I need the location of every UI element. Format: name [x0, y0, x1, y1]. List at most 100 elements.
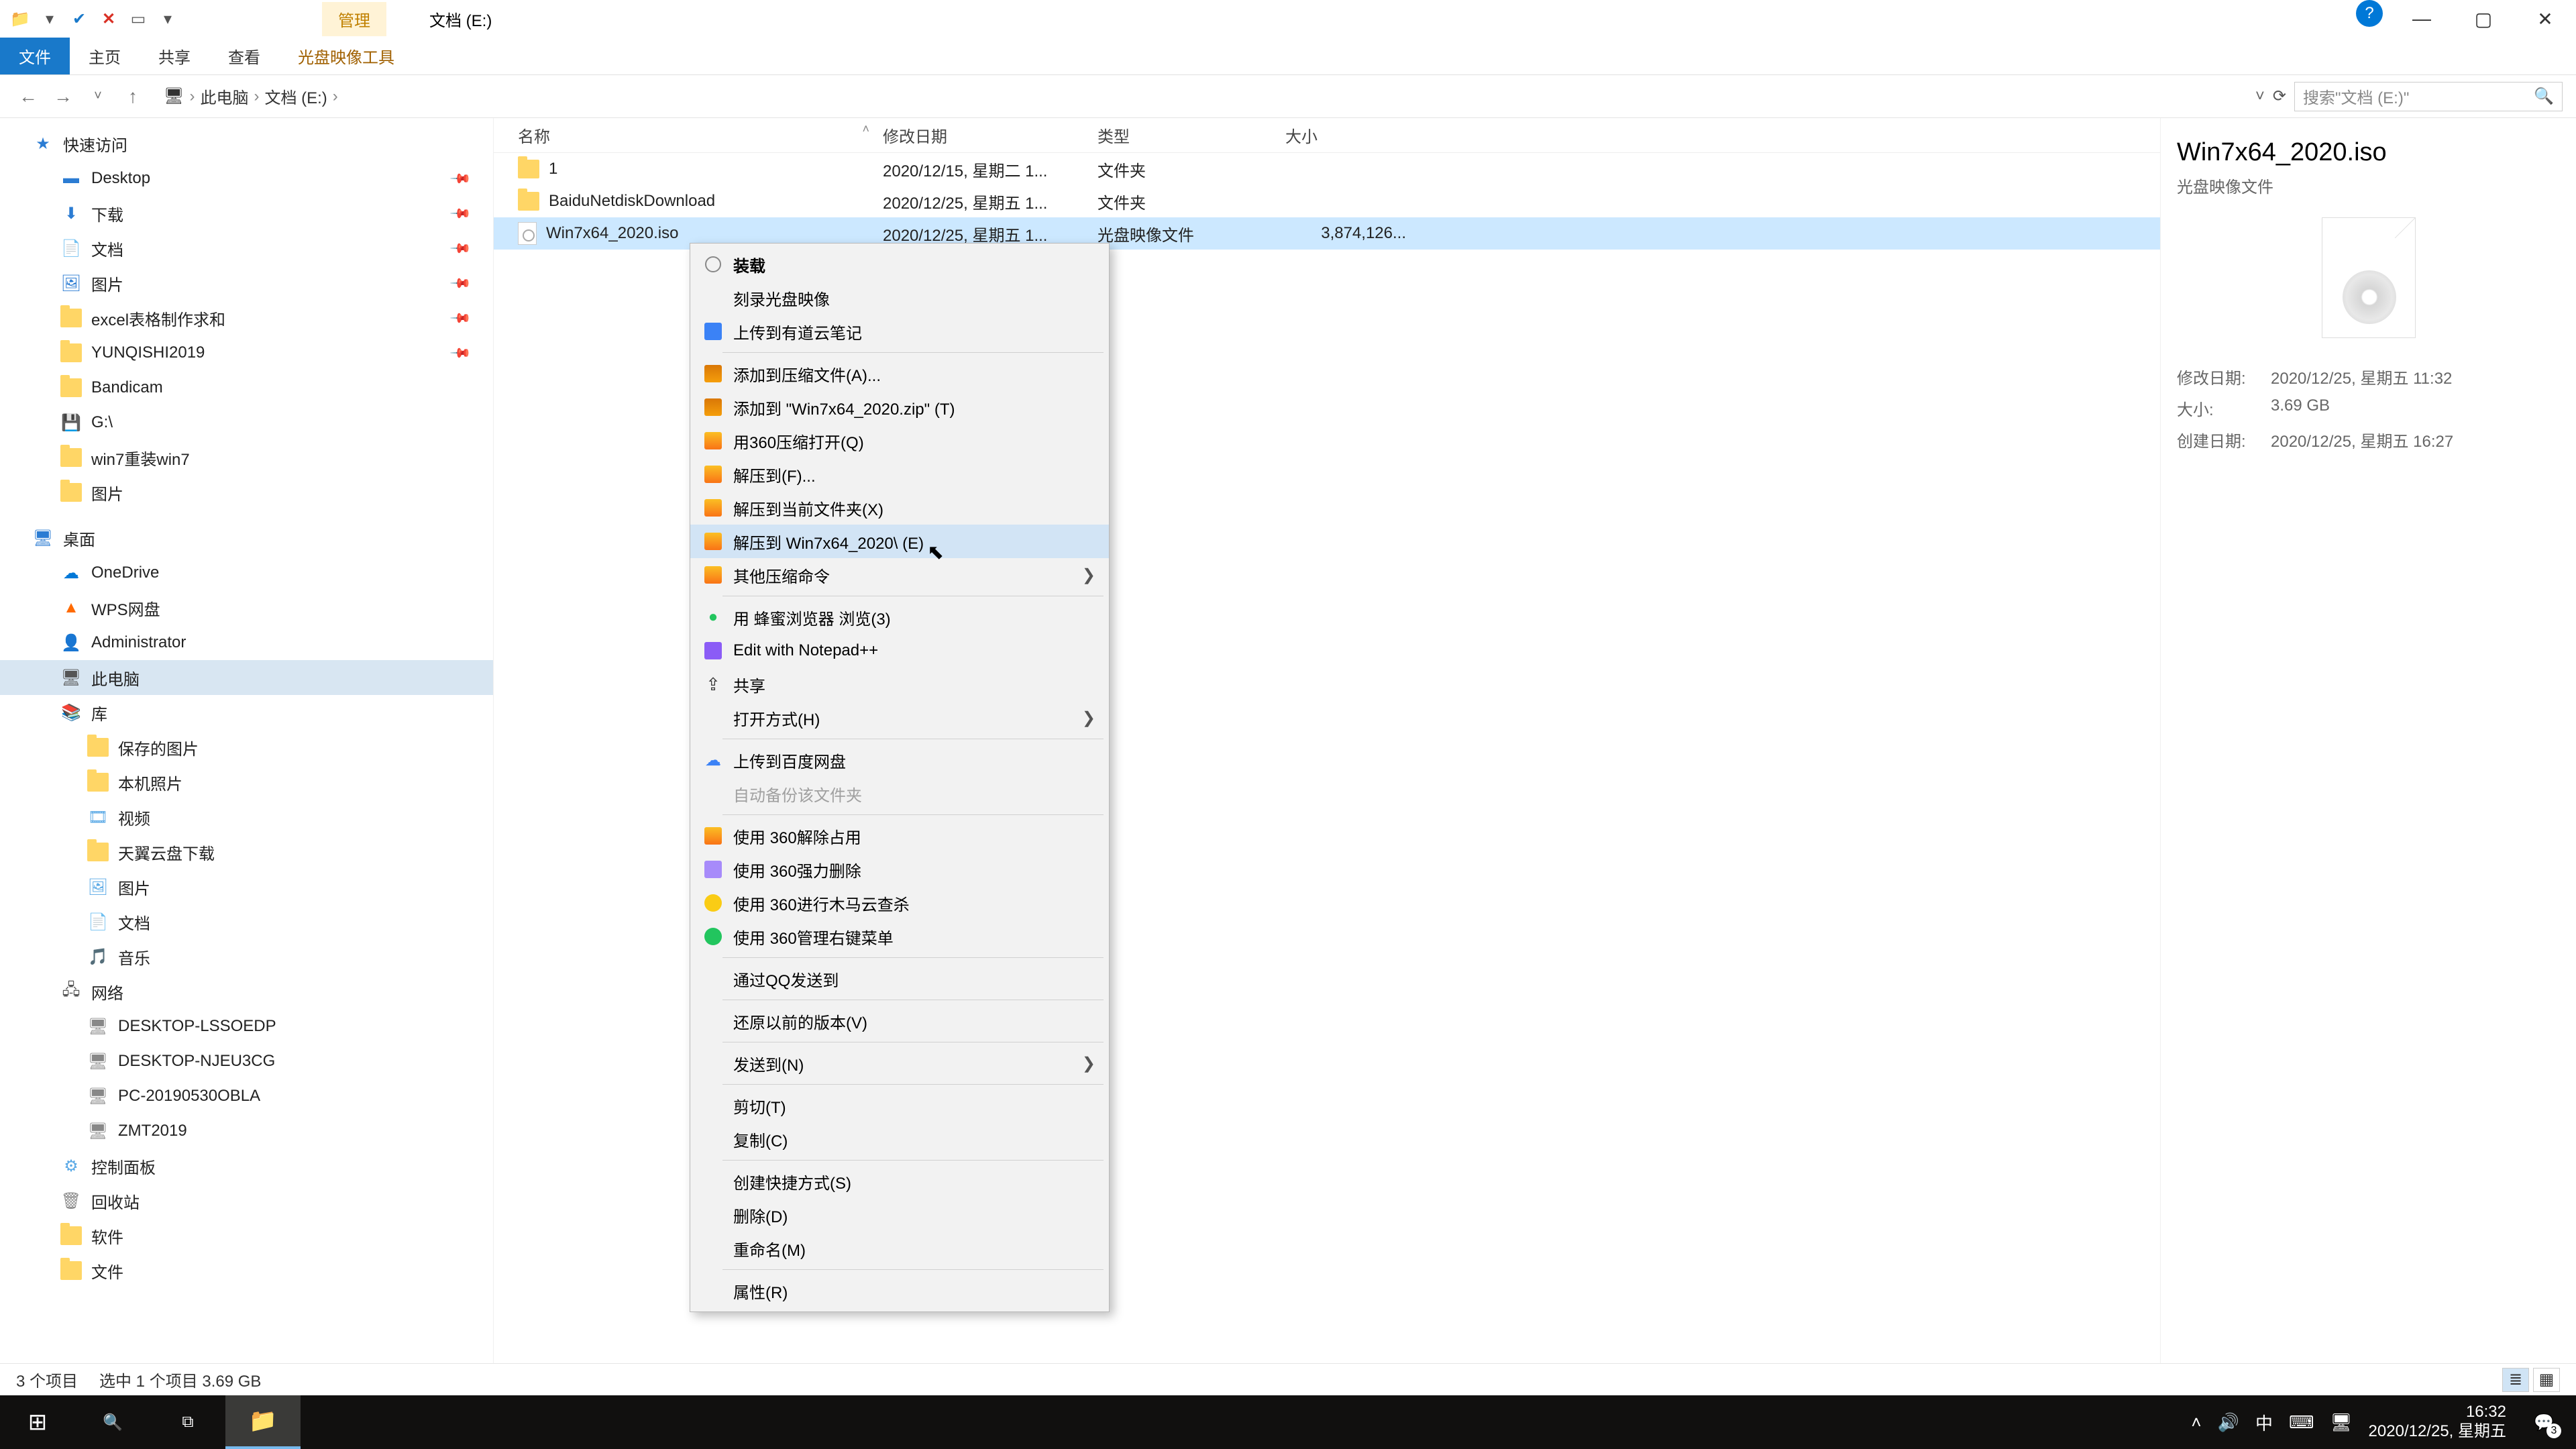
ctx-share[interactable]: ⇪共享 [690, 667, 1109, 701]
tree-net-pc1[interactable]: 🖥DESKTOP-LSSOEDP [0, 1009, 493, 1044]
ctx-copy[interactable]: 复制(C) [690, 1122, 1109, 1156]
file-row[interactable]: 12020/12/15, 星期二 1...文件夹 [494, 153, 2160, 185]
back-button[interactable]: ← [13, 82, 43, 111]
ctx-add-zip[interactable]: 添加到 "Win7x64_2020.zip" (T) [690, 390, 1109, 424]
tree-documents2[interactable]: 📄文档 [0, 904, 493, 939]
column-date[interactable]: 修改日期 [883, 123, 1097, 147]
tree-bandicam[interactable]: Bandicam [0, 370, 493, 405]
ctx-other-zip[interactable]: 其他压缩命令❯ [690, 558, 1109, 592]
tree-wps[interactable]: ▲WPS网盘 [0, 590, 493, 625]
ctx-cut[interactable]: 剪切(T) [690, 1089, 1109, 1122]
tree-network[interactable]: 🖧网络 [0, 974, 493, 1009]
ctx-360-force-delete[interactable]: 使用 360强力删除 [690, 853, 1109, 886]
ctx-360-trojan[interactable]: 使用 360进行木马云查杀 [690, 886, 1109, 920]
recent-dropdown[interactable]: ˅ [83, 82, 113, 111]
refresh-button[interactable]: ⟳ [2273, 87, 2286, 106]
ctx-browse-fm[interactable]: ●用 蜂蜜浏览器 浏览(3) [690, 600, 1109, 634]
ribbon-tab-view[interactable]: 查看 [209, 38, 279, 74]
tree-downloads[interactable]: ⬇下载📌 [0, 196, 493, 231]
tree-camera-roll[interactable]: 本机照片 [0, 765, 493, 800]
tree-net-pc2[interactable]: 🖥DESKTOP-NJEU3CG [0, 1044, 493, 1079]
tree-software[interactable]: 软件 [0, 1218, 493, 1253]
tree-tianyi[interactable]: 天翼云盘下载 [0, 835, 493, 869]
ribbon-tab-share[interactable]: 共享 [140, 38, 209, 74]
taskbar-explorer[interactable]: 📁 [225, 1395, 301, 1449]
tree-libraries[interactable]: 📚库 [0, 695, 493, 730]
tree-pictures2[interactable]: 图片 [0, 475, 493, 510]
ctx-open-360zip[interactable]: 用360压缩打开(Q) [690, 424, 1109, 458]
ribbon-tab-home[interactable]: 主页 [70, 38, 140, 74]
qat-rename[interactable]: ▭ [126, 7, 150, 31]
tree-net-pc4[interactable]: 🖥ZMT2019 [0, 1114, 493, 1148]
ribbon-tab-file[interactable]: 文件 [0, 38, 70, 74]
tree-control-panel[interactable]: ⚙控制面板 [0, 1148, 493, 1183]
breadcrumb[interactable]: 🖥 › 此电脑 › 文档 (E:) › [164, 85, 338, 108]
ctx-360-unlock[interactable]: 使用 360解除占用 [690, 819, 1109, 853]
ctx-upload-baidu[interactable]: ☁上传到百度网盘 [690, 743, 1109, 777]
tree-recycle[interactable]: 🗑回收站 [0, 1183, 493, 1218]
tree-music[interactable]: 🎵音乐 [0, 939, 493, 974]
column-type[interactable]: 类型 [1097, 123, 1285, 147]
ctx-send-qq[interactable]: 通过QQ发送到 [690, 962, 1109, 996]
ribbon-tab-disc-tools[interactable]: 光盘映像工具 [279, 38, 413, 74]
start-button[interactable]: ⊞ [0, 1395, 75, 1449]
task-view-button[interactable]: ⧉ [150, 1395, 225, 1449]
tree-saved-pics[interactable]: 保存的图片 [0, 730, 493, 765]
ctx-burn[interactable]: 刻录光盘映像 [690, 281, 1109, 315]
ctx-mount[interactable]: 装载 [690, 248, 1109, 281]
ctx-extract-to[interactable]: 解压到(F)... [690, 458, 1109, 491]
tree-pictures[interactable]: 🖼图片📌 [0, 266, 493, 301]
ctx-restore-prev[interactable]: 还原以前的版本(V) [690, 1004, 1109, 1038]
tree-thispc[interactable]: 🖥此电脑 [0, 660, 493, 695]
qat-check[interactable]: ✔ [67, 7, 91, 31]
ctx-edit-npp[interactable]: Edit with Notepad++ [690, 634, 1109, 667]
taskbar-clock[interactable]: 16:32 2020/12/25, 星期五 [2369, 1403, 2506, 1442]
tree-pictures3[interactable]: 🖼图片 [0, 869, 493, 904]
qat-more[interactable]: ▾ [156, 7, 180, 31]
tree-videos[interactable]: 🎞视频 [0, 800, 493, 835]
ctx-open-with[interactable]: 打开方式(H)❯ [690, 701, 1109, 735]
view-thumbnails-button[interactable]: ▦ [2533, 1368, 2560, 1392]
network-icon[interactable]: 🖥 [2330, 1412, 2353, 1433]
column-size[interactable]: 大小 [1285, 123, 1419, 147]
help-icon[interactable]: ? [2356, 0, 2383, 27]
tree-files[interactable]: 文件 [0, 1253, 493, 1288]
keyboard-icon[interactable]: ⌨ [2289, 1412, 2314, 1433]
qat-dropdown[interactable]: ▾ [38, 7, 62, 31]
search-input[interactable]: 搜索"文档 (E:)" 🔍 [2294, 82, 2563, 111]
ctx-add-archive[interactable]: 添加到压缩文件(A)... [690, 357, 1109, 390]
ctx-360-menu[interactable]: 使用 360管理右键菜单 [690, 920, 1109, 953]
ctx-delete[interactable]: 删除(D) [690, 1198, 1109, 1232]
tree-yunqishi[interactable]: YUNQISHI2019📌 [0, 335, 493, 370]
tree-gdrive[interactable]: 💾G:\ [0, 405, 493, 440]
ctx-extract-here[interactable]: 解压到当前文件夹(X) [690, 491, 1109, 525]
tree-excel[interactable]: excel表格制作求和📌 [0, 301, 493, 335]
address-dropdown[interactable]: ˅ [2255, 87, 2265, 106]
view-details-button[interactable]: ≣ [2502, 1368, 2529, 1392]
tray-overflow[interactable]: ˄ [2191, 1412, 2201, 1433]
ctx-rename[interactable]: 重命名(M) [690, 1232, 1109, 1265]
qat-delete[interactable]: ✕ [97, 7, 121, 31]
tree-admin[interactable]: 👤Administrator [0, 625, 493, 660]
tree-desktop[interactable]: ▬Desktop📌 [0, 161, 493, 196]
breadcrumb-folder[interactable]: 文档 (E:) [264, 85, 327, 108]
tree-net-pc3[interactable]: 🖥PC-20190530OBLA [0, 1079, 493, 1114]
volume-icon[interactable]: 🔊 [2218, 1412, 2239, 1433]
ime-icon[interactable]: 中 [2255, 1410, 2273, 1435]
ctx-properties[interactable]: 属性(R) [690, 1274, 1109, 1307]
maximize-button[interactable]: ▢ [2453, 0, 2514, 38]
minimize-button[interactable]: — [2391, 0, 2453, 38]
tree-desktop2[interactable]: 🖥桌面 [0, 521, 493, 555]
tree-onedrive[interactable]: ☁OneDrive [0, 555, 493, 590]
tree-documents[interactable]: 📄文档📌 [0, 231, 493, 266]
breadcrumb-thispc[interactable]: 此电脑 [200, 85, 248, 108]
ctx-create-shortcut[interactable]: 创建快捷方式(S) [690, 1165, 1109, 1198]
up-button[interactable]: ↑ [118, 82, 148, 111]
file-row[interactable]: BaiduNetdiskDownload2020/12/25, 星期五 1...… [494, 185, 2160, 217]
tree-quick-access[interactable]: ★快速访问 [0, 126, 493, 161]
close-button[interactable]: ✕ [2514, 0, 2576, 38]
tree-win7[interactable]: win7重装win7 [0, 440, 493, 475]
forward-button[interactable]: → [48, 82, 78, 111]
column-name[interactable]: 名称˄ [494, 123, 883, 147]
ctx-extract-named[interactable]: 解压到 Win7x64_2020\ (E) [690, 525, 1109, 558]
